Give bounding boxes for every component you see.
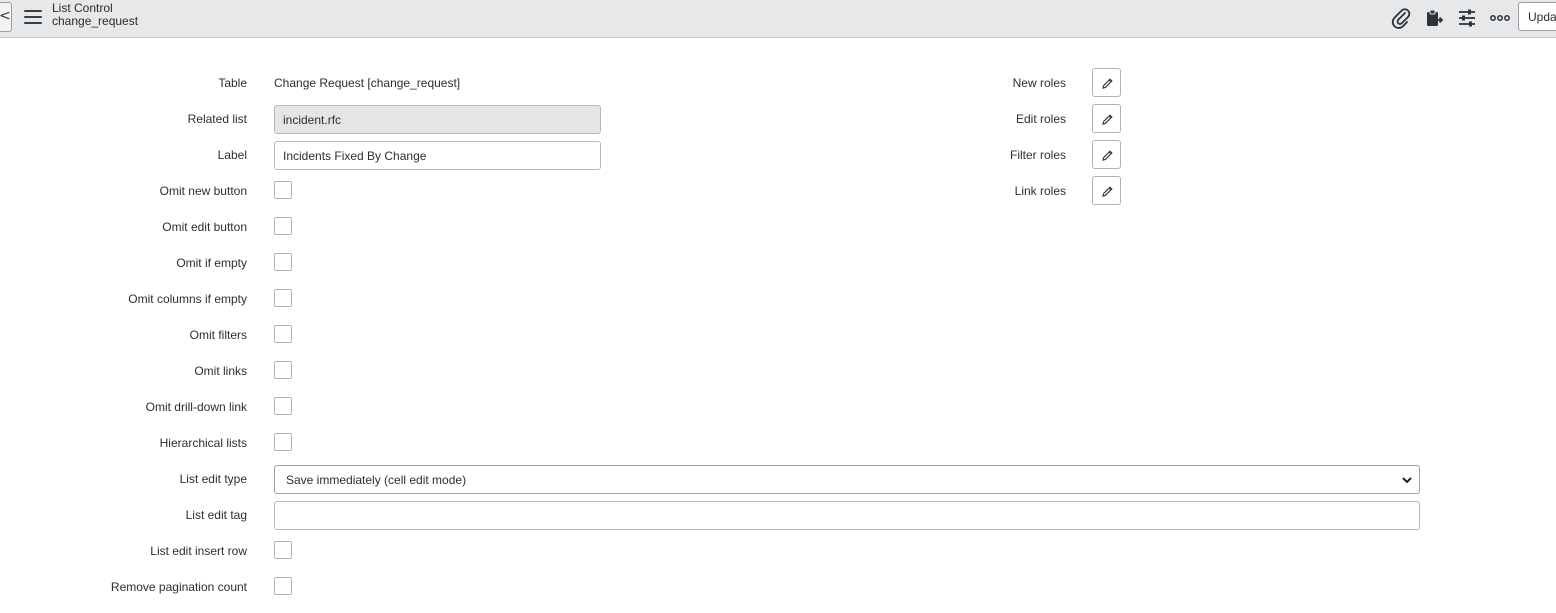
title-block: List Control change_request [52, 2, 138, 28]
omit-columns-if-empty-label: Omit columns if empty [128, 292, 247, 306]
list-edit-type-select[interactable]: Save immediately (cell edit mode) [274, 465, 1420, 494]
omit-new-button-label: Omit new button [159, 184, 247, 198]
edit-roles-label: Edit roles [1015, 112, 1066, 126]
back-icon: < [0, 8, 11, 24]
omit-links-checkbox[interactable] [274, 361, 292, 379]
back-button[interactable]: < [0, 2, 12, 32]
table-label: Table [218, 76, 247, 90]
related-list-field: incident.rfc [274, 105, 601, 134]
label-field-label: Label [217, 148, 247, 162]
omit-edit-button-checkbox[interactable] [274, 217, 292, 235]
clipboard-icon[interactable] [1423, 7, 1445, 29]
omit-links-label: Omit links [194, 364, 247, 378]
remove-pagination-count-label: Remove pagination count [110, 580, 247, 594]
omit-edit-button-label: Omit edit button [162, 220, 247, 234]
remove-pagination-count-checkbox[interactable] [274, 577, 292, 595]
list-edit-type-label: List edit type [179, 472, 247, 486]
new-roles-edit-button[interactable] [1092, 68, 1121, 97]
pencil-icon [1102, 114, 1113, 125]
omit-drill-down-link-label: Omit drill-down link [145, 400, 247, 414]
chevron-down-icon [1401, 474, 1413, 486]
update-button[interactable]: Updat [1518, 2, 1556, 31]
omit-filters-label: Omit filters [189, 328, 247, 342]
link-roles-label: Link roles [1014, 184, 1066, 198]
edit-roles-edit-button[interactable] [1092, 104, 1121, 133]
omit-new-button-checkbox[interactable] [274, 181, 292, 199]
pencil-icon [1102, 186, 1113, 197]
omit-if-empty-checkbox[interactable] [274, 253, 292, 271]
new-roles-label: New roles [1012, 76, 1066, 90]
omit-filters-checkbox[interactable] [274, 325, 292, 343]
label-field[interactable]: Incidents Fixed By Change [274, 141, 601, 170]
hierarchical-lists-checkbox[interactable] [274, 433, 292, 451]
page-subtitle: change_request [52, 14, 139, 28]
list-edit-insert-row-label: List edit insert row [150, 544, 247, 558]
hamburger-menu-icon[interactable] [24, 10, 42, 24]
omit-if-empty-label: Omit if empty [176, 256, 247, 270]
list-edit-tag-label: List edit tag [185, 508, 247, 522]
list-edit-tag-field[interactable] [274, 501, 1420, 530]
filter-roles-label: Filter roles [1009, 148, 1066, 162]
table-value: Change Request [change_request] [274, 76, 461, 90]
link-roles-edit-button[interactable] [1092, 176, 1121, 205]
filter-roles-edit-button[interactable] [1092, 140, 1121, 169]
sliders-icon[interactable] [1456, 7, 1478, 29]
omit-drill-down-link-checkbox[interactable] [274, 397, 292, 415]
paperclip-icon[interactable] [1390, 7, 1412, 29]
form-header: < List Control change_request Updat [0, 0, 1556, 38]
more-icon[interactable] [1489, 7, 1511, 29]
list-edit-insert-row-checkbox[interactable] [274, 541, 292, 559]
pencil-icon [1102, 150, 1113, 161]
list-edit-type-value: Save immediately (cell edit mode) [286, 473, 467, 487]
related-list-label: Related list [187, 112, 247, 126]
hierarchical-lists-label: Hierarchical lists [159, 436, 247, 450]
pencil-icon [1102, 78, 1113, 89]
omit-columns-if-empty-checkbox[interactable] [274, 289, 292, 307]
